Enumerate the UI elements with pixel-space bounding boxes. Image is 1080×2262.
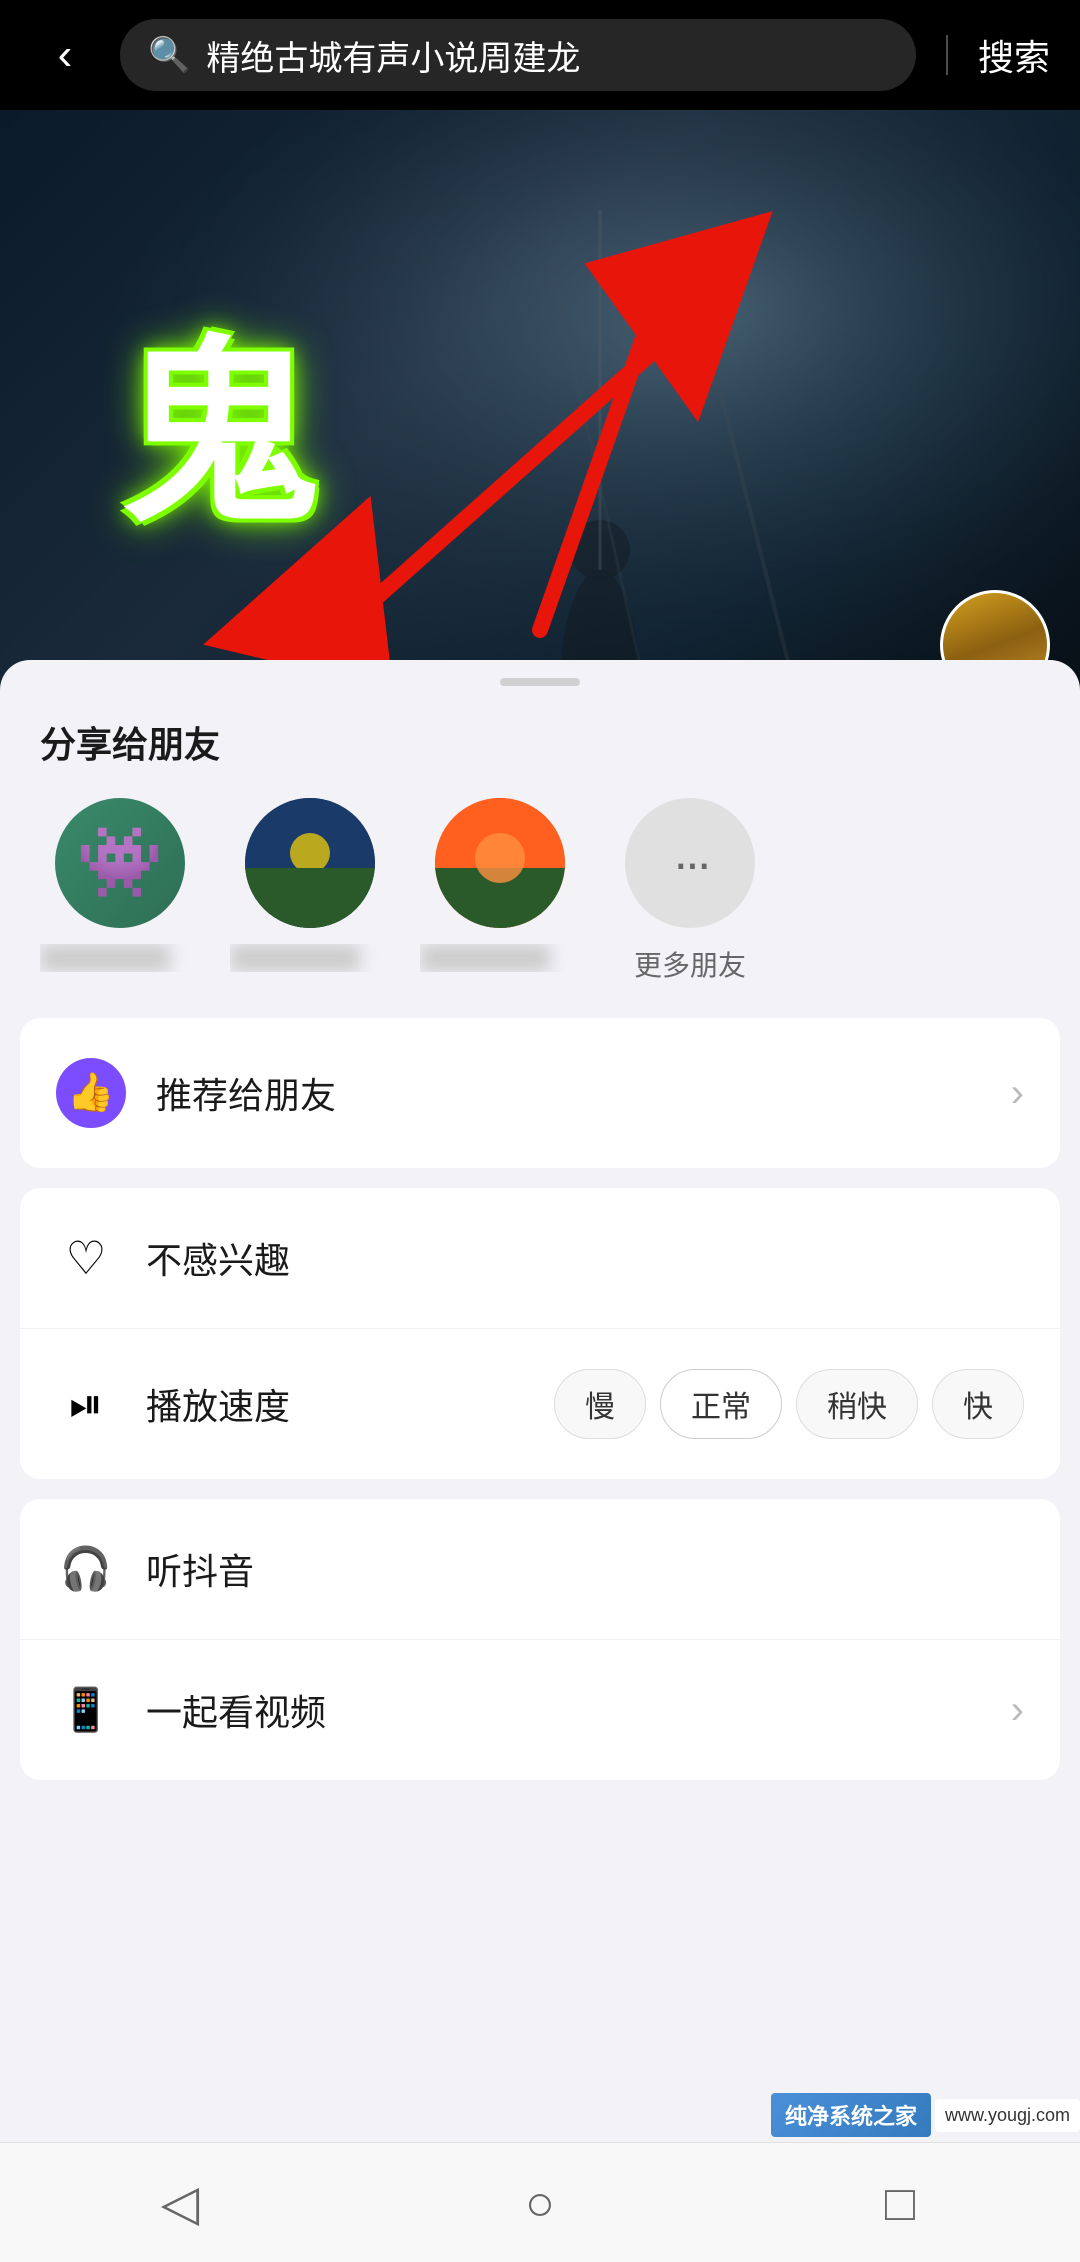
navigation-bar: ◁ ○ □ (0, 2142, 1080, 2262)
friend-item-1[interactable]: 👾 (40, 798, 200, 972)
watermark-logo: 纯净系统之家 (771, 2093, 931, 2137)
friend-name-blur-1 (40, 944, 170, 972)
friend-name-2 (230, 944, 390, 972)
nav-recent-icon: □ (885, 2174, 915, 2232)
back-icon: ‹ (58, 30, 73, 80)
recommend-section: 👍 推荐给朋友 › (20, 1018, 1060, 1168)
listen-douyin-label: 听抖音 (146, 1543, 1024, 1595)
search-divider (946, 35, 948, 75)
more-friends-avatar: ··· (625, 798, 755, 928)
friend-item-more[interactable]: ··· 更多朋友 (610, 798, 770, 984)
friends-row: 👾 (40, 798, 1040, 984)
watch-together-label: 一起看视频 (146, 1684, 981, 1736)
nav-recent-button[interactable]: □ (860, 2163, 940, 2243)
search-icon: 🔍 (148, 35, 190, 75)
sheet-handle (500, 678, 580, 686)
landscape-avatar-1 (245, 798, 375, 928)
speed-fast[interactable]: 快 (932, 1369, 1024, 1439)
recommend-label: 推荐给朋友 (156, 1067, 981, 1119)
search-input[interactable]: 精绝古城有声小说周建龙 (206, 31, 888, 80)
friend-name-1 (40, 944, 200, 972)
listen-douyin-icon: 🎧 (56, 1539, 116, 1599)
share-section: 分享给朋友 👾 (0, 696, 1080, 994)
speed-normal[interactable]: 正常 (660, 1369, 782, 1439)
friend-name-blur-2 (230, 944, 360, 972)
speed-slightly-fast[interactable]: 稍快 (796, 1369, 918, 1439)
friend-item-2[interactable] (230, 798, 390, 972)
more-friends-label: 更多朋友 (610, 944, 770, 984)
playback-speed-label: 播放速度 (146, 1378, 524, 1430)
recommend-icon: 👍 (56, 1058, 126, 1128)
watch-together-chevron: › (1011, 1688, 1024, 1733)
video-area[interactable]: 鬼 (0, 0, 1080, 760)
friend-avatar-1: 👾 (55, 798, 185, 928)
ghost-character: 鬼 (120, 335, 320, 535)
watermark-line1: 纯净系统之家 (785, 2104, 917, 2129)
playback-speed-item[interactable]: ⏯ 播放速度 慢 正常 稍快 快 (20, 1329, 1060, 1479)
search-input-wrap[interactable]: 🔍 精绝古城有声小说周建龙 (120, 19, 916, 91)
friend-avatar-2 (245, 798, 375, 928)
landscape-avatar-2 (435, 798, 565, 928)
watermark: 纯净系统之家 www.yougj.com (771, 2093, 1080, 2137)
speed-options: 慢 正常 稍快 快 (554, 1369, 1024, 1439)
search-button[interactable]: 搜索 (978, 29, 1050, 81)
playback-speed-icon: ⏯ (56, 1374, 116, 1434)
nav-back-button[interactable]: ◁ (140, 2163, 220, 2243)
nav-home-icon: ○ (525, 2174, 555, 2232)
listen-watch-section: 🎧 听抖音 📱 一起看视频 › (20, 1499, 1060, 1780)
nav-back-icon: ◁ (161, 2174, 199, 2232)
back-button[interactable]: ‹ (30, 20, 100, 90)
watermark-line2: www.yougj.com (945, 2105, 1070, 2125)
not-interested-item[interactable]: ♡ 不感兴趣 (20, 1188, 1060, 1329)
monster-avatar: 👾 (55, 798, 185, 928)
listen-douyin-item[interactable]: 🎧 听抖音 (20, 1499, 1060, 1640)
search-bar: ‹ 🔍 精绝古城有声小说周建龙 搜索 (0, 0, 1080, 110)
not-interested-label: 不感兴趣 (146, 1232, 1024, 1284)
nav-home-button[interactable]: ○ (500, 2163, 580, 2243)
share-title: 分享给朋友 (40, 716, 1040, 768)
more-icon: ··· (673, 834, 708, 892)
recommend-chevron: › (1011, 1071, 1024, 1116)
thumbs-up-icon: 👍 (67, 1071, 114, 1115)
speed-slow[interactable]: 慢 (554, 1369, 646, 1439)
watch-together-icon: 📱 (56, 1680, 116, 1740)
friend-name-3 (420, 944, 580, 972)
watch-together-item[interactable]: 📱 一起看视频 › (20, 1640, 1060, 1780)
not-interested-section: ♡ 不感兴趣 ⏯ 播放速度 慢 正常 稍快 快 (20, 1188, 1060, 1479)
bottom-sheet: 分享给朋友 👾 (0, 660, 1080, 2262)
not-interested-icon: ♡ (56, 1228, 116, 1288)
friend-name-blur-3 (420, 944, 550, 972)
friend-avatar-3 (435, 798, 565, 928)
friend-item-3[interactable] (420, 798, 580, 972)
recommend-item[interactable]: 👍 推荐给朋友 › (20, 1018, 1060, 1168)
watermark-url: www.yougj.com (935, 2099, 1080, 2132)
